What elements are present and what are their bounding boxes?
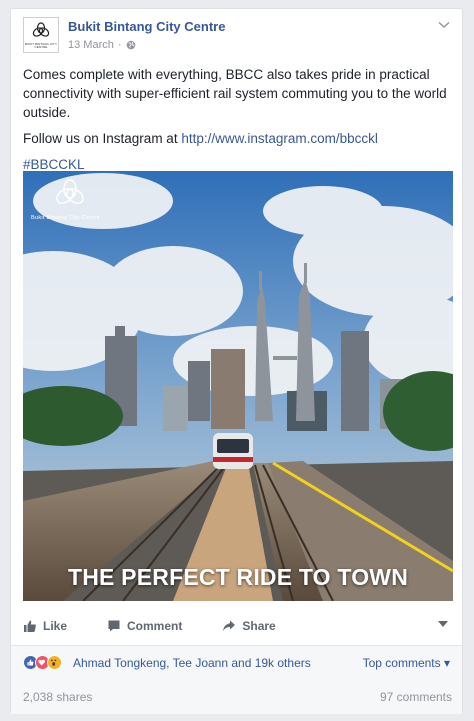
page-name-link[interactable]: Bukit Bintang City Centre [68, 19, 225, 34]
post-footer: 2,038 shares 97 comments [11, 680, 462, 714]
photo-brand-text: Bukit Bintang City Centre [31, 215, 100, 221]
page-avatar[interactable]: BUKIT BINTANG CITY CENTRE [23, 17, 59, 53]
comment-button[interactable]: Comment [107, 619, 182, 633]
comments-count[interactable]: 97 comments [380, 690, 452, 704]
reaction-icons[interactable] [23, 655, 71, 671]
caret-down-icon[interactable] [438, 621, 448, 628]
post-photo[interactable]: Bukit Bintang City Centre THE PERFECT RI… [23, 171, 453, 601]
post-date[interactable]: 13 March [68, 39, 114, 51]
like-label: Like [43, 619, 68, 633]
reaction-names[interactable]: Ahmad Tongkeng, Tee Joann and 19k others [73, 656, 311, 670]
hashtag-link[interactable]: #BBCCKL [23, 157, 85, 172]
avatar-caption: BUKIT BINTANG CITY CENTRE [24, 42, 58, 49]
thumbs-up-icon [24, 620, 36, 632]
shares-count[interactable]: 2,038 shares [23, 690, 92, 704]
wow-reaction-icon [47, 655, 62, 670]
post-header: BUKIT BINTANG CITY CENTRE Bukit Bintang … [23, 17, 450, 61]
globe-icon [126, 40, 135, 50]
photo-caption: THE PERFECT RIDE TO TOWN [67, 564, 409, 590]
post-text: Comes complete with everything, BBCC als… [23, 65, 449, 181]
top-comments-dropdown[interactable]: Top comments ▾ [363, 656, 450, 670]
meta-separator: · [117, 39, 122, 51]
post-meta: 13 March · [68, 39, 136, 51]
share-arrow-icon [223, 620, 236, 631]
instagram-link[interactable]: http://www.instagram.com/bbcckl [181, 131, 378, 146]
share-label: Share [242, 619, 276, 633]
post-paragraph: Comes complete with everything, BBCC als… [23, 67, 447, 120]
city-rail-photo [23, 171, 453, 601]
follow-text: Follow us on Instagram at [23, 131, 182, 146]
post-card: BUKIT BINTANG CITY CENTRE Bukit Bintang … [10, 8, 463, 714]
reactions-bar: Ahmad Tongkeng, Tee Joann and 19k others… [11, 645, 462, 681]
share-button[interactable]: Share [222, 619, 276, 633]
top-comments-arrow-icon: ▾ [443, 656, 450, 670]
post-follow-line: Follow us on Instagram at http://www.ins… [23, 129, 449, 148]
action-bar: Like Comment Share [23, 611, 450, 641]
comment-icon [108, 620, 120, 632]
comment-label: Comment [127, 619, 183, 633]
top-comments-label: Top comments [362, 656, 441, 670]
chevron-down-icon[interactable] [438, 21, 450, 29]
like-button[interactable]: Like [23, 619, 67, 633]
bbcc-logo-icon [32, 22, 50, 37]
